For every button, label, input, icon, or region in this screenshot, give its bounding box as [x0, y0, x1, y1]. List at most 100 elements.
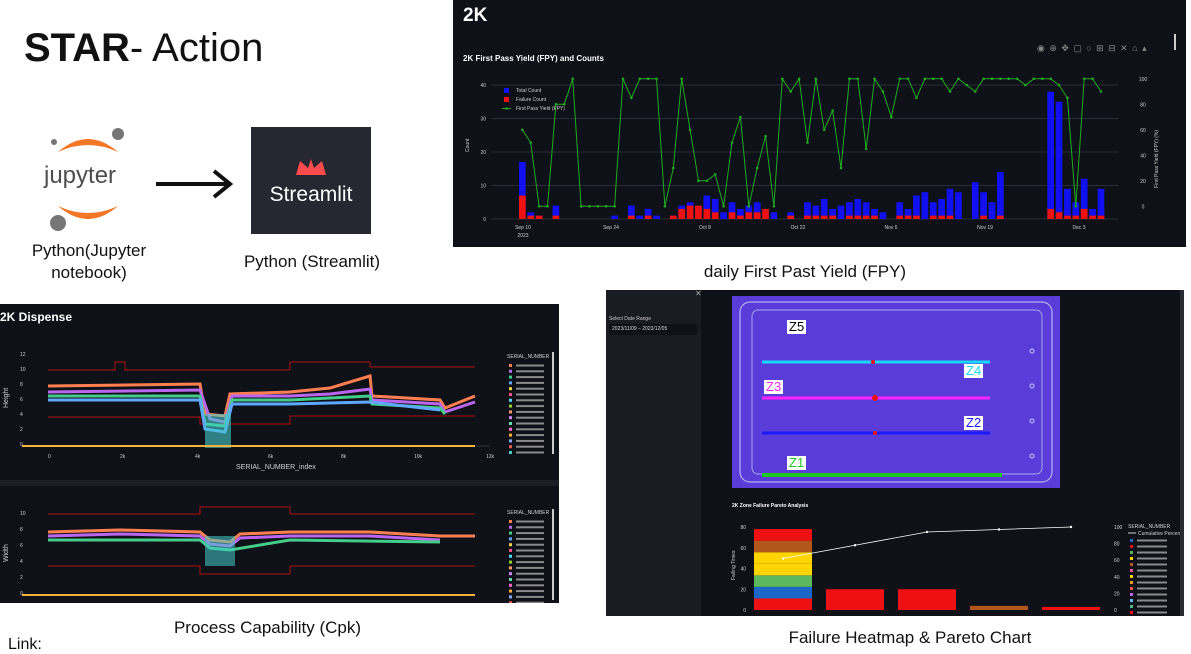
bar-failure-count — [753, 212, 761, 219]
bar-failure-count — [1064, 215, 1071, 219]
y-tick: 6 — [20, 543, 23, 549]
fpy-point — [957, 77, 960, 81]
legend-swatch[interactable] — [509, 601, 512, 603]
legend-entry-text — [1137, 557, 1167, 560]
legend-swatch[interactable] — [1130, 605, 1133, 608]
pareto-bar — [1042, 606, 1100, 610]
fpy-point — [881, 90, 885, 93]
x-tick: 10k — [414, 454, 423, 460]
legend-swatch[interactable] — [509, 439, 512, 443]
legend-swatch[interactable] — [509, 595, 512, 599]
legend-entry-text — [516, 434, 544, 437]
fpy-point — [521, 128, 524, 132]
legend-swatch[interactable] — [509, 583, 512, 587]
legend-entry-text — [516, 578, 544, 581]
x-tick: 4k — [195, 454, 201, 460]
legend-swatch[interactable] — [509, 398, 512, 402]
legend-swatch[interactable] — [509, 427, 512, 431]
legend-swatch[interactable] — [509, 566, 512, 570]
legend-swatch[interactable] — [1130, 593, 1133, 596]
legend-entry-text — [516, 364, 544, 367]
fpy-point — [613, 204, 616, 208]
legend-swatch[interactable] — [1130, 557, 1133, 560]
fpy-point — [873, 77, 876, 81]
fpy-point — [1049, 77, 1052, 81]
legend-swatch[interactable] — [1130, 611, 1133, 614]
legend-swatch[interactable] — [509, 387, 512, 391]
bar-failure-count — [535, 215, 543, 219]
streamlit-logo-text: Streamlit — [269, 183, 353, 206]
legend-swatch[interactable] — [509, 433, 512, 437]
y-axis-label: Count — [465, 138, 471, 152]
legend-entry-text — [1137, 593, 1167, 596]
bar-failure-count — [946, 215, 954, 219]
legend-swatch[interactable] — [509, 393, 512, 396]
legend-swatch[interactable] — [509, 364, 512, 367]
y-tick-label: 80 — [740, 525, 746, 531]
pareto-bar — [898, 589, 956, 610]
fpy-point — [1057, 83, 1061, 87]
bar-failure-count — [628, 215, 635, 219]
y-tick-label: 20 — [480, 150, 486, 156]
legend-swatch[interactable] — [509, 543, 512, 547]
legend-swatch[interactable] — [509, 404, 512, 408]
fpy-point — [999, 77, 1002, 81]
legend-swatch[interactable] — [509, 578, 512, 581]
legend-swatch[interactable] — [1130, 551, 1133, 554]
bar-total-count — [879, 212, 887, 219]
legend-swatch[interactable] — [509, 416, 512, 420]
legend-swatch[interactable] — [509, 554, 512, 558]
bar-total-count — [770, 212, 778, 219]
bar-failure-count — [552, 215, 560, 219]
y-tick: 4 — [20, 559, 23, 565]
legend-swatch[interactable] — [509, 525, 512, 529]
crown-icon — [296, 159, 326, 175]
fpy-point — [571, 77, 574, 81]
bar-failure-count — [904, 215, 912, 219]
legend-swatch[interactable] — [1130, 539, 1133, 542]
legend-swatch[interactable] — [509, 531, 512, 535]
bar-failure-count — [745, 212, 753, 219]
legend-swatch[interactable] — [1130, 569, 1133, 572]
fpy-point — [730, 141, 734, 144]
y-tick: 0 — [20, 442, 23, 448]
legend-swatch[interactable] — [509, 445, 512, 449]
legend-swatch[interactable] — [509, 451, 512, 454]
fpy-point — [965, 83, 969, 87]
legend-swatch[interactable] — [509, 381, 512, 385]
fpy-point — [646, 77, 650, 81]
fpy-point — [588, 204, 591, 208]
y-axis-label: Failing Times — [731, 550, 737, 580]
legend-swatch[interactable] — [509, 560, 512, 564]
fpy-point — [1066, 96, 1069, 100]
legend-title: SERIAL_NUMBER — [507, 354, 550, 360]
legend-swatch[interactable] — [509, 375, 512, 379]
y-tick: 12 — [20, 352, 26, 358]
y-tick: 4 — [20, 412, 23, 418]
y-axis-label-top: Height — [3, 388, 10, 408]
bar-failure-count — [854, 215, 862, 219]
bar-total-count — [971, 182, 979, 219]
jupyter-logo: jupyter — [40, 126, 136, 234]
legend-swatch[interactable] — [509, 369, 512, 373]
fpy-point — [931, 77, 935, 81]
legend-swatch[interactable] — [1130, 581, 1133, 584]
legend-swatch[interactable] — [509, 589, 512, 593]
bar-failure-count — [896, 215, 904, 219]
legend-swatch[interactable] — [509, 520, 512, 523]
fpy-point — [1099, 90, 1103, 93]
legend-swatch[interactable] — [1130, 587, 1133, 590]
legend-swatch[interactable] — [509, 572, 512, 576]
legend-swatch[interactable] — [1130, 599, 1133, 602]
legend-swatch[interactable] — [1130, 545, 1133, 548]
legend-swatch[interactable] — [509, 549, 512, 552]
legend-entry-text — [516, 445, 544, 448]
bar-failure-count — [686, 205, 694, 219]
link-label[interactable]: Link: — [8, 636, 42, 654]
legend-swatch[interactable] — [1130, 575, 1133, 578]
bar-failure-count — [669, 215, 677, 219]
legend-swatch[interactable] — [509, 410, 512, 414]
legend-swatch[interactable] — [509, 422, 512, 425]
legend-swatch[interactable] — [1130, 563, 1133, 566]
legend-swatch[interactable] — [509, 537, 512, 541]
